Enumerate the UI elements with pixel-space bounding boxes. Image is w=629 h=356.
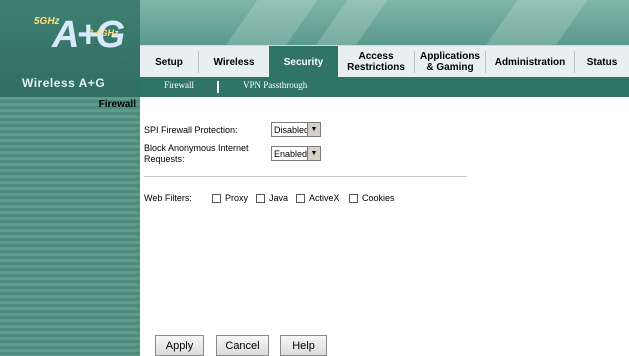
tab-security[interactable]: Security	[269, 46, 338, 78]
tab-access-restrictions[interactable]: Access Restrictions	[338, 46, 414, 78]
block-anonymous-label-line1: Block Anonymous Internet	[144, 143, 249, 153]
chevron-down-icon[interactable]: ▼	[307, 147, 320, 160]
header-decoration	[482, 0, 588, 50]
chevron-down-icon[interactable]: ▼	[307, 123, 320, 136]
spi-firewall-select[interactable]: Disabled ▼	[271, 122, 321, 137]
sidebar: Firewall	[0, 97, 140, 356]
product-name: Wireless A+G	[22, 76, 106, 90]
header-banner: 5GHz A+G 2.4GHz Wireless A+G Setup Wirel…	[0, 0, 629, 97]
spi-firewall-value: Disabled	[274, 124, 310, 135]
subtab-vpn-passthrough[interactable]: VPN Passthrough	[243, 80, 307, 90]
subtab-separator	[217, 81, 219, 93]
proxy-checkbox[interactable]	[212, 194, 221, 203]
header-decoration	[312, 0, 388, 50]
main-tab-bar: Setup Wireless Security Access Restricti…	[140, 45, 629, 78]
tab-status[interactable]: Status	[575, 46, 629, 78]
activex-checkbox[interactable]	[296, 194, 305, 203]
firewall-panel: SPI Firewall Protection: Disabled ▼ Bloc…	[140, 97, 629, 356]
block-anonymous-label-line2: Requests:	[144, 154, 185, 164]
activex-label: ActiveX	[309, 193, 340, 203]
cookies-checkbox[interactable]	[349, 194, 358, 203]
spi-firewall-label: SPI Firewall Protection:	[144, 125, 238, 135]
tab-administration[interactable]: Administration	[486, 46, 574, 78]
web-filters-label: Web Filters:	[144, 193, 192, 203]
apply-button[interactable]: Apply	[155, 335, 204, 356]
tab-applications-gaming[interactable]: Applications & Gaming	[415, 46, 485, 78]
section-title: Firewall	[98, 99, 136, 110]
subtab-firewall[interactable]: Firewall	[164, 80, 194, 90]
logo-band-24ghz: 2.4GHz	[88, 28, 119, 38]
cookies-label: Cookies	[362, 193, 395, 203]
logo: 5GHz A+G 2.4GHz Wireless A+G	[0, 0, 140, 97]
cancel-button[interactable]: Cancel	[216, 335, 269, 356]
java-label: Java	[269, 193, 289, 203]
block-anonymous-select[interactable]: Enabled ▼	[271, 146, 321, 161]
block-anonymous-value: Enabled	[274, 148, 308, 159]
help-button[interactable]: Help	[280, 335, 327, 356]
java-checkbox[interactable]	[256, 194, 265, 203]
tab-wireless[interactable]: Wireless	[199, 46, 269, 78]
sub-tab-bar: Firewall VPN Passthrough	[140, 77, 629, 97]
divider	[144, 176, 467, 177]
tab-setup[interactable]: Setup	[140, 46, 198, 78]
header-decoration	[222, 0, 318, 50]
proxy-label: Proxy	[225, 193, 249, 203]
